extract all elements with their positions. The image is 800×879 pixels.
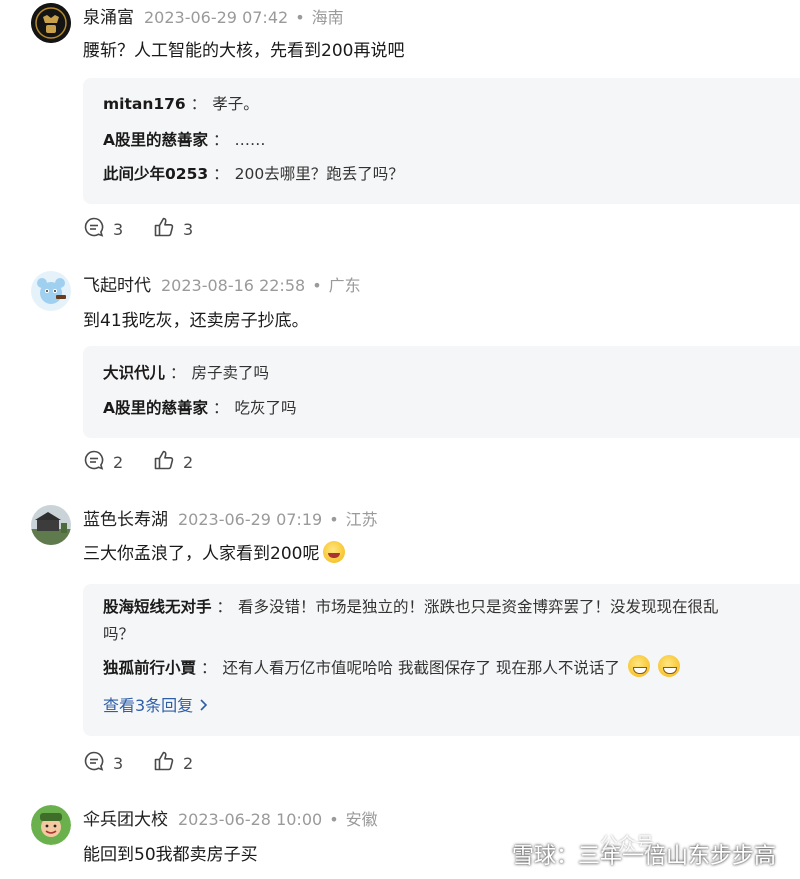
reply-box: 股海短线无对手：看多没错！市场是独立的！涨跌也只是资金博弈罢了！没发现现在很乱吗… (83, 584, 800, 736)
grinning-face-icon (627, 655, 650, 677)
avatar[interactable] (31, 505, 71, 545)
reply-text-continued: 吗？ (103, 625, 135, 643)
comment-button[interactable]: 2 (83, 449, 124, 478)
xueqiu-logo-icon (480, 842, 506, 868)
comment-meta: 伞兵团大校 2023-06-28 10:00 • 安徽 (83, 808, 378, 832)
like-button[interactable]: 2 (153, 750, 194, 779)
comment-meta: 泉涌富 2023-06-29 07:42 • 海南 (83, 6, 344, 30)
reply-author[interactable]: 独孤前行小賈 (103, 659, 196, 677)
author-name[interactable]: 泉涌富 (83, 8, 134, 28)
comment-meta: 蓝色长寿湖 2023-06-29 07:19 • 江苏 (83, 508, 378, 532)
reply-author[interactable]: 此间少年0253 (103, 165, 208, 183)
author-name[interactable]: 蓝色长寿湖 (83, 510, 168, 530)
reply-text: 房子卖了吗 (191, 364, 270, 382)
comment-bubble-icon (83, 449, 113, 478)
comment-count: 3 (113, 220, 124, 239)
view-more-replies-link[interactable]: 查看3条回复 (103, 694, 209, 718)
reply-text: 200去哪里？跑丢了吗？ (234, 165, 404, 183)
comment-text: 腰斩？人工智能的大核，先看到200再说吧 (83, 41, 405, 61)
reply-text: 孝子。 (212, 95, 259, 113)
reply-author[interactable]: A股里的慈善家 (103, 399, 208, 417)
separator-dot: • (295, 8, 305, 27)
avatar[interactable] (31, 805, 71, 845)
comment-date: 2023-06-29 07:19 (178, 510, 323, 529)
reply-author[interactable]: 股海短线无对手 (103, 598, 212, 616)
avatar[interactable] (31, 271, 71, 311)
reply-author[interactable]: mitan176 (103, 95, 186, 113)
reply-item: 大识代儿：房子卖了吗 (103, 364, 270, 382)
like-count: 2 (183, 754, 194, 773)
thumbs-up-icon (153, 216, 183, 245)
comment-date: 2023-08-16 22:58 (161, 276, 306, 295)
like-count: 2 (183, 453, 194, 472)
reply-item: 股海短线无对手：看多没错！市场是独立的！涨跌也只是资金博弈罢了！没发现现在很乱吗… (103, 598, 719, 643)
reply-text: 吃灰了吗 (234, 399, 297, 417)
reply-item: A股里的慈善家：吃灰了吗 (103, 399, 297, 417)
comment-button[interactable]: 3 (83, 750, 124, 779)
reply-item: mitan176：孝子。 (103, 95, 259, 113)
reply-item: A股里的慈善家：…… (103, 131, 266, 149)
comment-location: 广东 (328, 276, 361, 295)
separator-dot: • (329, 810, 339, 829)
comment-date: 2023-06-28 10:00 (178, 810, 323, 829)
reply-author[interactable]: 大识代儿 (103, 364, 165, 382)
separator-dot: • (329, 510, 339, 529)
reply-box: 大识代儿：房子卖了吗 A股里的慈善家：吃灰了吗 (83, 346, 800, 438)
comment-count: 2 (113, 453, 124, 472)
laughing-face-icon (323, 541, 346, 563)
reply-box: mitan176：孝子。 A股里的慈善家：…… 此间少年0253： 200去哪里？… (83, 78, 800, 204)
chevron-right-icon (199, 696, 209, 715)
author-name[interactable]: 伞兵团大校 (83, 810, 168, 830)
thumbs-up-icon (153, 750, 183, 779)
like-button[interactable]: 2 (153, 449, 194, 478)
reply-text: 看多没错！市场是独立的！涨跌也只是资金博弈罢了！没发现现在很乱 (238, 598, 719, 616)
comment-text: 三大你孟浪了，人家看到200呢 (83, 541, 346, 567)
author-name[interactable]: 飞起时代 (83, 276, 151, 296)
watermark-overlay: 公众号 (600, 834, 654, 855)
comment-location: 江苏 (345, 510, 378, 529)
reply-text: 还有人看万亿市值呢哈哈 我截图保存了 现在那人不说话了 (222, 659, 620, 677)
comment-date: 2023-06-29 07:42 (144, 8, 289, 27)
reply-item: 独孤前行小賈：还有人看万亿市值呢哈哈 我截图保存了 现在那人不说话了 (103, 655, 793, 682)
comment-bubble-icon (83, 750, 113, 779)
separator-dot: • (312, 276, 322, 295)
reply-item: 此间少年0253： 200去哪里？跑丢了吗？ (103, 165, 404, 183)
comment-location: 海南 (311, 8, 344, 27)
comment-button[interactable]: 3 (83, 216, 124, 245)
like-count: 3 (183, 220, 194, 239)
like-button[interactable]: 3 (153, 216, 194, 245)
thumbs-up-icon (153, 449, 183, 478)
comment-count: 3 (113, 754, 124, 773)
avatar[interactable] (31, 3, 71, 43)
grinning-face-icon (657, 655, 680, 677)
comment-text: 能回到50我都卖房子买 (83, 845, 258, 865)
comment-text: 到41我吃灰，还卖房子抄底。 (83, 311, 309, 331)
comment-location: 安徽 (345, 810, 378, 829)
reply-author[interactable]: A股里的慈善家 (103, 131, 208, 149)
comment-meta: 飞起时代 2023-08-16 22:58 • 广东 (83, 274, 361, 298)
comment-bubble-icon (83, 216, 113, 245)
reply-text: …… (234, 131, 266, 149)
